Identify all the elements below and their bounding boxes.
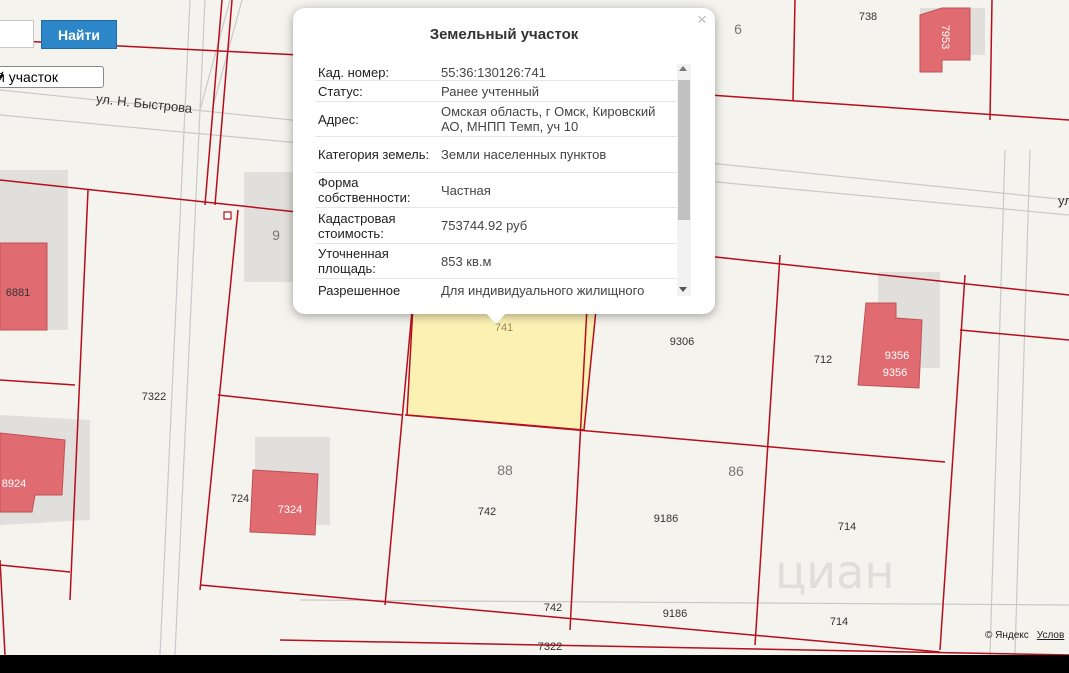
parcel-label: 714: [829, 616, 849, 628]
object-type-select-value: й участок: [0, 69, 58, 85]
popup-pointer: [485, 312, 507, 324]
detail-key: Разрешенное: [318, 282, 401, 298]
house-number: 88: [497, 462, 513, 478]
parcel-label: 714: [837, 521, 857, 533]
popup-title: Земельный участок: [429, 26, 579, 43]
parcel-label: 742: [477, 506, 497, 518]
detail-row: Статус: Ранее учтенный: [315, 81, 690, 102]
parcel-label: 9306: [669, 336, 695, 348]
detail-key: Уточненная площадь:: [318, 246, 389, 276]
parcel-label: 9356: [884, 350, 910, 362]
parcel-label: 7953: [939, 24, 951, 50]
parcel-label: 9186: [662, 608, 688, 620]
scroll-thumb[interactable]: [678, 80, 690, 220]
detail-key: Статус:: [318, 83, 363, 99]
detail-value: Омская область, г Омск, Кировский АО, МН…: [441, 104, 656, 134]
object-type-select[interactable]: й участок: [0, 66, 104, 88]
detail-value: 853 кв.м: [441, 253, 492, 269]
detail-value: Частная: [441, 182, 491, 198]
detail-row: Категория земель: Земли населенных пункт…: [315, 137, 690, 173]
detail-value: Ранее учтенный: [441, 83, 539, 99]
search-input[interactable]: [0, 20, 34, 48]
detail-key: Адрес:: [318, 111, 359, 127]
popup-scrollbar[interactable]: [677, 64, 691, 296]
house-number: 86: [728, 463, 744, 479]
scroll-down-icon[interactable]: [679, 287, 687, 292]
detail-key: Кадастровая стоимость:: [318, 210, 396, 241]
parcel-marker: [223, 211, 232, 220]
close-icon[interactable]: ×: [693, 10, 711, 30]
parcel-label: 8924: [1, 478, 27, 490]
parcel-label: 7322: [537, 641, 563, 653]
detail-row: Кадастровая стоимость: 753744.92 руб: [315, 208, 690, 244]
parcel-label: 6881: [5, 287, 31, 299]
detail-key: Форма собственности:: [318, 175, 411, 205]
map-attribution: © Яндекс Услов: [985, 630, 1064, 641]
detail-value: Земли населенных пунктов: [441, 147, 607, 162]
chevron-down-icon: [0, 73, 4, 79]
detail-row: Разрешенное Для индивидуального жилищног…: [315, 279, 690, 301]
watermark-logo: циан: [775, 545, 895, 599]
parcel-label: 738: [858, 11, 878, 23]
house-number: 6: [734, 21, 742, 37]
parcel-info-popup: Земельный участок × Кад. номер: 55:36:13…: [293, 8, 715, 314]
parcel-label: 712: [813, 354, 833, 366]
street-label: ул: [1058, 193, 1069, 208]
cadastral-map[interactable]: ул. Н. Быстрова ул 6 9 88 86 738 7953 68…: [0, 0, 1069, 655]
detail-key: Категория земель:: [318, 147, 430, 162]
house-number: 9: [272, 227, 280, 243]
detail-row: Форма собственности: Частная: [315, 173, 690, 208]
detail-row: Уточненная площадь: 853 кв.м: [315, 244, 690, 279]
detail-row: Адрес: Омская область, г Омск, Кировский…: [315, 102, 690, 137]
parcel-label: 742: [543, 602, 563, 614]
parcel-label: 9356: [882, 367, 908, 379]
detail-key: Кад. номер:: [318, 64, 390, 80]
terms-link[interactable]: Услов: [1037, 630, 1065, 641]
search-button[interactable]: Найти: [41, 20, 117, 49]
parcel-label: 724: [230, 493, 250, 505]
detail-value: 55:36:130126:741: [441, 64, 546, 80]
detail-row: Кад. номер: 55:36:130126:741: [315, 64, 690, 81]
detail-value: 753744.92 руб: [441, 218, 528, 233]
popup-details-table: Кад. номер: 55:36:130126:741 Статус: Ран…: [315, 64, 690, 304]
scroll-up-icon[interactable]: [679, 66, 687, 71]
parcel-label: 7324: [277, 504, 303, 516]
parcel-label: 9186: [653, 513, 679, 525]
parcel-label: 7322: [141, 391, 167, 403]
copyright-text: © Яндекс: [985, 630, 1029, 641]
detail-value: Для индивидуального жилищного: [441, 282, 645, 298]
